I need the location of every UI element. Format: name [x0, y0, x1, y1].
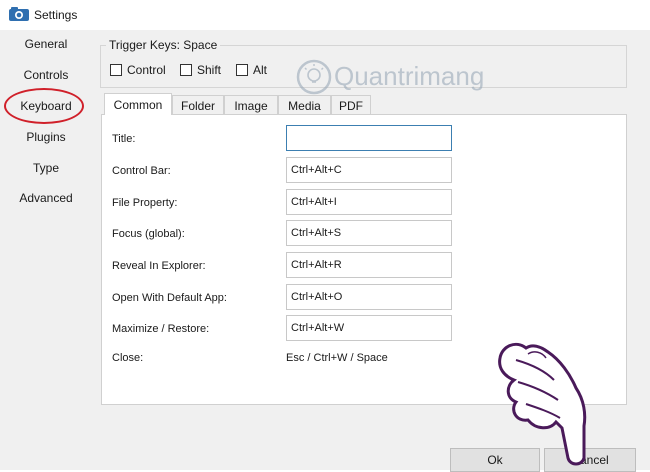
- file-property-shortcut-input[interactable]: Ctrl+Alt+I: [286, 189, 452, 215]
- shift-checkbox-label: Shift: [197, 63, 222, 77]
- checkbox-box[interactable]: [180, 64, 192, 76]
- focus-global-label: Focus (global):: [112, 228, 185, 240]
- alt-checkbox-label: Alt: [253, 63, 268, 77]
- file-property-label: File Property:: [112, 197, 178, 209]
- reveal-in-explorer-label: Reveal In Explorer:: [112, 260, 206, 272]
- sidebar-item-general[interactable]: General: [0, 37, 92, 51]
- sidebar-item-advanced[interactable]: Advanced: [0, 191, 92, 205]
- tab-image[interactable]: Image: [224, 95, 278, 115]
- camera-folder-icon: [9, 7, 29, 21]
- tab-folder[interactable]: Folder: [172, 95, 224, 115]
- open-with-default-app-label: Open With Default App:: [112, 292, 227, 304]
- title-shortcut-input[interactable]: [286, 125, 452, 151]
- control-checkbox[interactable]: Control: [110, 63, 166, 77]
- annotation-highlight-ellipse: [4, 88, 84, 124]
- close-shortcut-value: Esc / Ctrl+W / Space: [286, 352, 388, 364]
- pointing-hand-icon: [498, 342, 587, 466]
- checkbox-box[interactable]: [236, 64, 248, 76]
- tab-pdf[interactable]: PDF: [331, 95, 371, 115]
- control-bar-label: Control Bar:: [112, 165, 171, 177]
- sidebar-item-type[interactable]: Type: [0, 161, 92, 175]
- checkbox-box[interactable]: [110, 64, 122, 76]
- alt-checkbox[interactable]: Alt: [236, 63, 267, 77]
- reveal-in-explorer-shortcut-input[interactable]: Ctrl+Alt+R: [286, 252, 452, 278]
- tab-common[interactable]: Common: [104, 93, 172, 115]
- title-bar: Settings: [0, 0, 650, 30]
- title-label: Title:: [112, 133, 136, 145]
- open-with-default-app-shortcut-input[interactable]: Ctrl+Alt+O: [286, 284, 452, 310]
- lightbulb-icon: [296, 59, 332, 95]
- tab-media[interactable]: Media: [278, 95, 331, 115]
- close-label: Close:: [112, 352, 144, 364]
- focus-global-shortcut-input[interactable]: Ctrl+Alt+S: [286, 220, 452, 246]
- control-bar-shortcut-input[interactable]: Ctrl+Alt+C: [286, 157, 452, 183]
- sidebar-item-plugins[interactable]: Plugins: [0, 130, 92, 144]
- window-title: Settings: [34, 8, 78, 22]
- maximize-restore-label: Maximize / Restore:: [112, 323, 210, 335]
- sidebar-item-controls[interactable]: Controls: [0, 68, 92, 82]
- control-checkbox-label: Control: [127, 63, 166, 77]
- shift-checkbox[interactable]: Shift: [180, 63, 221, 77]
- watermark-text: Quantrimang: [334, 61, 484, 91]
- trigger-keys-label: Trigger Keys: Space: [106, 38, 221, 52]
- maximize-restore-shortcut-input[interactable]: Ctrl+Alt+W: [286, 315, 452, 341]
